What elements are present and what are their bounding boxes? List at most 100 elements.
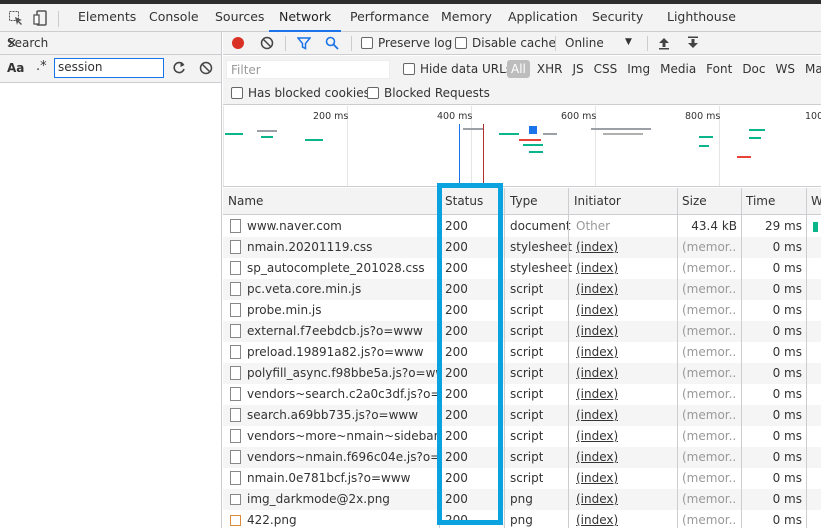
request-name: vendors~more~nmain~sidebar_n...	[247, 429, 437, 443]
refresh-icon[interactable]	[170, 59, 188, 77]
request-type: png	[510, 492, 533, 506]
request-initiator[interactable]: (index)	[576, 450, 618, 464]
request-initiator: Other	[576, 219, 611, 233]
column-header-size[interactable]: Size	[682, 194, 707, 208]
document-file-icon	[230, 408, 241, 422]
table-row[interactable]: vendors~nmain.f696c04e.js?o=w...200scrip…	[223, 447, 821, 468]
table-row[interactable]: polyfill_async.f98bbe5a.js?o=www 200 scrip…	[223, 363, 821, 384]
request-initiator[interactable]: (index)	[576, 387, 618, 401]
request-time: 0 ms	[772, 471, 802, 485]
request-time: 0 ms	[772, 429, 802, 443]
export-har-icon[interactable]	[684, 34, 702, 52]
match-case-toggle[interactable]: Aa	[7, 61, 24, 75]
request-initiator[interactable]: (index)	[576, 471, 618, 485]
column-header-name[interactable]: Name	[228, 194, 263, 208]
blocked-requests-label: Blocked Requests	[384, 86, 490, 100]
regex-toggle[interactable]: .*	[36, 59, 47, 74]
record-icon[interactable]	[229, 34, 247, 52]
network-overview[interactable]: 200 ms 400 ms 600 ms 800 ms 100	[223, 106, 821, 187]
table-row[interactable]: 422.png 200 png (index) (memor... 0 ms	[223, 510, 821, 528]
throttling-select[interactable]: Online	[565, 36, 604, 50]
type-filter-media[interactable]: Media	[655, 60, 701, 78]
request-name: nmain.0e781bcf.js?o=www	[247, 471, 411, 485]
tab-lighthouse[interactable]: Lighthouse	[667, 4, 736, 32]
request-size: (memor...	[682, 261, 737, 275]
type-filter-js[interactable]: JS	[567, 60, 588, 78]
request-initiator[interactable]: (index)	[576, 261, 618, 275]
tab-sources[interactable]: Sources	[215, 4, 264, 32]
tab-application[interactable]: Application	[508, 4, 578, 32]
table-row[interactable]: vendors~search.c2a0c3df.js?o=w...200scri…	[223, 384, 821, 405]
tab-network[interactable]: Network	[269, 4, 342, 32]
request-initiator[interactable]: (index)	[576, 345, 618, 359]
tab-performance[interactable]: Performance	[350, 4, 429, 32]
request-size: (memor...	[682, 240, 737, 254]
request-time: 0 ms	[772, 282, 802, 296]
document-file-icon	[230, 471, 241, 485]
disable-cache-checkbox[interactable]: Disable cache	[455, 36, 556, 50]
request-name: search.a69bb735.js?o=www	[247, 408, 419, 422]
clear-log-icon[interactable]	[258, 34, 276, 52]
overview-tick-label: 400 ms	[437, 111, 473, 122]
table-row[interactable]: www.naver.com 200 document Other 43.4 kB 29 m…	[223, 216, 821, 237]
request-type: script	[510, 324, 544, 338]
tab-console[interactable]: Console	[149, 4, 199, 32]
device-toolbar-icon[interactable]	[30, 7, 52, 29]
close-icon[interactable]: ✕	[7, 36, 212, 50]
blocked-requests-checkbox[interactable]: Blocked Requests	[367, 86, 490, 100]
request-size: (memor...	[682, 303, 737, 317]
table-row[interactable]: search.a69bb735.js?o=www 200 script (index)…	[223, 405, 821, 426]
column-header-type[interactable]: Type	[510, 194, 538, 208]
request-initiator[interactable]: (index)	[576, 513, 618, 527]
column-header-time[interactable]: Time	[746, 194, 775, 208]
document-file-icon	[230, 387, 241, 401]
column-header-waterfall[interactable]: W	[811, 194, 821, 208]
filter-icon[interactable]	[295, 34, 313, 52]
table-row[interactable]: img_darkmode@2x.png 200 png (index) (memor..…	[223, 489, 821, 510]
table-row[interactable]: nmain.20201119.css 200 stylesheet (index) (m…	[223, 237, 821, 258]
request-initiator[interactable]: (index)	[576, 282, 618, 296]
table-row[interactable]: pc.veta.core.min.js 200 script (index) (memo…	[223, 279, 821, 300]
dom-content-loaded-marker	[459, 124, 460, 186]
request-initiator[interactable]: (index)	[576, 303, 618, 317]
request-initiator[interactable]: (index)	[576, 366, 618, 380]
preserve-log-checkbox[interactable]: Preserve log	[361, 36, 452, 50]
type-filter-manifest[interactable]: Manifest	[800, 60, 821, 78]
type-filter-ws[interactable]: WS	[771, 60, 800, 78]
table-row[interactable]: sp_autocomplete_201028.css 200 stylesheet(…	[223, 258, 821, 279]
table-row[interactable]: preload.19891a82.js?o=www 200 script (index…	[223, 342, 821, 363]
table-row[interactable]: external.f7eebdcb.js?o=www 200 script (inde…	[223, 321, 821, 342]
type-filter-font[interactable]: Font	[701, 60, 737, 78]
tab-memory[interactable]: Memory	[441, 4, 492, 32]
type-filter-xhr[interactable]: XHR	[532, 60, 568, 78]
inspect-element-icon[interactable]	[5, 7, 27, 29]
request-initiator[interactable]: (index)	[576, 408, 618, 422]
request-initiator[interactable]: (index)	[576, 429, 618, 443]
table-row[interactable]: vendors~more~nmain~sidebar_n...200script…	[223, 426, 821, 447]
search-input[interactable]: session	[54, 58, 164, 78]
request-type: script	[510, 282, 544, 296]
request-initiator[interactable]: (index)	[576, 492, 618, 506]
request-type: script	[510, 303, 544, 317]
document-file-icon	[230, 303, 241, 317]
tab-security[interactable]: Security	[592, 4, 643, 32]
import-har-icon[interactable]	[655, 34, 673, 52]
hide-data-urls-checkbox[interactable]: Hide data URLs	[403, 62, 512, 76]
request-name: sp_autocomplete_201028.css	[247, 261, 425, 275]
type-filter-img[interactable]: Img	[622, 60, 655, 78]
table-row[interactable]: nmain.0e781bcf.js?o=www 200 script (index)(…	[223, 468, 821, 489]
clear-icon[interactable]	[197, 59, 215, 77]
search-icon[interactable]	[323, 34, 341, 52]
column-header-initiator[interactable]: Initiator	[574, 194, 621, 208]
request-initiator[interactable]: (index)	[576, 324, 618, 338]
request-type: stylesheet	[510, 261, 573, 275]
table-row[interactable]: probe.min.js 200 script (index) (memor... 0 m…	[223, 300, 821, 321]
tab-elements[interactable]: Elements	[78, 4, 136, 32]
type-filter-all[interactable]: All	[507, 60, 530, 78]
request-name: probe.min.js	[247, 303, 322, 317]
has-blocked-cookies-checkbox[interactable]: Has blocked cookies	[231, 86, 370, 100]
type-filter-doc[interactable]: Doc	[737, 60, 770, 78]
type-filter-css[interactable]: CSS	[589, 60, 623, 78]
request-initiator[interactable]: (index)	[576, 240, 618, 254]
filter-input[interactable]: Filter	[226, 60, 390, 79]
